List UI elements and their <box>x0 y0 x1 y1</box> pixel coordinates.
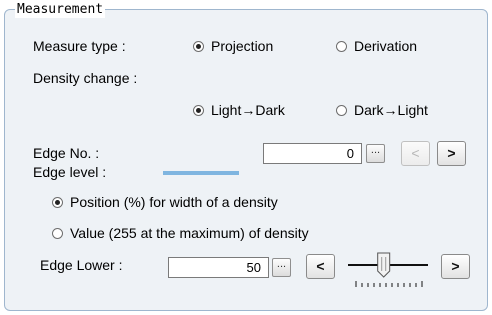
radio-derivation[interactable]: Derivation <box>336 37 417 55</box>
edge-level-bar <box>163 171 239 175</box>
radio-projection[interactable]: Projection <box>193 37 273 55</box>
edge-no-prev-button[interactable]: < <box>401 141 430 166</box>
edge-lower-input[interactable]: 50 <box>168 257 269 278</box>
edge-lower-label: Edge Lower : <box>40 257 123 273</box>
edge-no-label: Edge No. : <box>33 145 100 161</box>
edge-lower-next-button[interactable]: > <box>441 254 470 279</box>
radio-position-percent[interactable]: Position (%) for width of a density <box>52 193 278 211</box>
edge-no-input[interactable]: 0 <box>263 143 362 164</box>
edge-lower-slider[interactable] <box>342 245 434 289</box>
radio-dark-to-light-label: Dark→Light <box>354 102 428 118</box>
radio-button-icon <box>193 104 204 116</box>
radio-projection-label: Projection <box>211 38 274 54</box>
radio-button-icon <box>336 104 347 116</box>
radio-light-to-dark-label: Light→Dark <box>211 102 285 118</box>
slider-thumb[interactable] <box>377 252 391 278</box>
slider-ticks <box>355 281 423 287</box>
edge-no-ellipsis-button[interactable]: ... <box>366 144 385 163</box>
density-change-label: Density change : <box>33 70 138 86</box>
edge-level-label: Edge level : <box>33 164 107 180</box>
measure-type-label: Measure type : <box>33 38 126 54</box>
radio-button-icon <box>336 40 347 52</box>
radio-value-255[interactable]: Value (255 at the maximum) of density <box>52 224 309 242</box>
edge-no-next-button[interactable]: > <box>437 141 466 166</box>
radio-dark-to-light[interactable]: Dark→Light <box>336 101 428 119</box>
radio-value-255-label: Value (255 at the maximum) of density <box>70 225 309 241</box>
radio-button-icon <box>52 196 63 208</box>
radio-position-percent-label: Position (%) for width of a density <box>70 194 278 210</box>
edge-lower-ellipsis-button[interactable]: ... <box>272 258 291 277</box>
radio-button-icon <box>193 40 204 52</box>
radio-derivation-label: Derivation <box>354 38 418 54</box>
edge-lower-prev-button[interactable]: < <box>306 254 335 279</box>
radio-button-icon <box>52 227 63 239</box>
radio-light-to-dark[interactable]: Light→Dark <box>193 101 285 119</box>
group-title: Measurement <box>15 2 106 18</box>
